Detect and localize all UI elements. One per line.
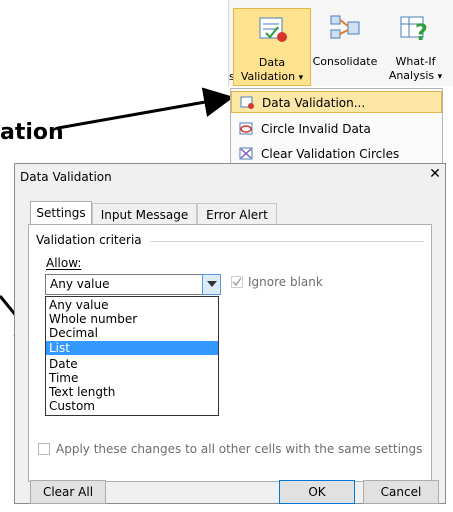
menu-item-label: Clear Validation Circles <box>261 147 400 161</box>
list-item[interactable]: Decimal <box>46 326 218 340</box>
clear-all-button[interactable]: Clear All <box>30 480 106 504</box>
ignore-blank-checkbox[interactable] <box>231 276 243 288</box>
menu-item-label: Circle Invalid Data <box>261 122 371 136</box>
allow-select[interactable]: Any value <box>45 274 221 295</box>
list-item[interactable]: Whole number <box>46 312 218 326</box>
chevron-down-icon: ▾ <box>298 73 304 83</box>
data-validation-line1: Data <box>258 56 286 69</box>
svg-text:?: ? <box>415 21 428 42</box>
what-if-ribbon-button[interactable]: ? What-If Analysis ▾ <box>378 8 453 86</box>
what-if-line1: What-If <box>395 55 436 68</box>
apply-all-checkbox[interactable] <box>38 443 50 455</box>
data-validation-ribbon-button[interactable]: Data Validation ▾ <box>233 8 311 86</box>
cancel-button[interactable]: Cancel <box>363 480 439 504</box>
chevron-down-icon <box>207 281 217 287</box>
data-validation-icon <box>259 17 287 42</box>
checkmark-icon <box>232 277 242 287</box>
menu-item-clear-validation-circles[interactable]: Clear Validation Circles <box>231 143 442 165</box>
annotation-arrow-top <box>57 87 234 130</box>
allow-label: Allow: <box>46 256 82 270</box>
menu-item-label: Data Validation... <box>262 96 366 110</box>
list-item[interactable]: Date <box>46 357 218 371</box>
chevron-down-icon: ▾ <box>437 72 443 82</box>
allow-dropdown-button[interactable] <box>202 274 221 295</box>
dialog-title: Data Validation <box>20 170 112 184</box>
ignore-blank-label: Ignore blank <box>248 275 323 289</box>
list-item[interactable]: Custom <box>46 399 218 413</box>
circle-invalid-data-icon <box>239 122 253 135</box>
tab-settings[interactable]: Settings <box>30 201 92 225</box>
menu-item-circle-invalid-data[interactable]: Circle Invalid Data <box>231 118 442 140</box>
menu-item-data-validation[interactable]: Data Validation... <box>231 91 442 113</box>
consolidate-ribbon-button[interactable]: Consolidate <box>312 8 378 86</box>
apply-all-label: Apply these changes to all other cells w… <box>56 442 423 456</box>
list-item[interactable]: Time <box>46 371 218 385</box>
section-divider <box>150 241 424 242</box>
data-validation-icon <box>240 96 254 109</box>
data-validation-line2: Validation <box>240 70 296 83</box>
list-item-selected[interactable]: List <box>46 341 218 355</box>
clear-validation-circles-icon <box>239 147 253 160</box>
consolidate-label: Consolidate <box>312 55 378 68</box>
tab-error-alert[interactable]: Error Alert <box>197 203 277 225</box>
what-if-line2: Analysis <box>388 69 435 82</box>
consolidate-icon <box>330 15 360 39</box>
what-if-icon: ? <box>400 16 428 42</box>
ok-button[interactable]: OK <box>279 480 355 504</box>
list-item[interactable]: Text length <box>46 385 218 399</box>
data-validation-menu: Data Validation... Circle Invalid Data C… <box>230 88 443 171</box>
section-title: Validation criteria <box>36 233 142 247</box>
allow-options-list: Any value Whole number Decimal List Date… <box>45 296 219 416</box>
tab-input-message[interactable]: Input Message <box>92 203 197 225</box>
annotation-label: ation <box>0 120 64 145</box>
close-icon[interactable]: ✕ <box>427 166 443 182</box>
list-item[interactable]: Any value <box>46 298 218 312</box>
